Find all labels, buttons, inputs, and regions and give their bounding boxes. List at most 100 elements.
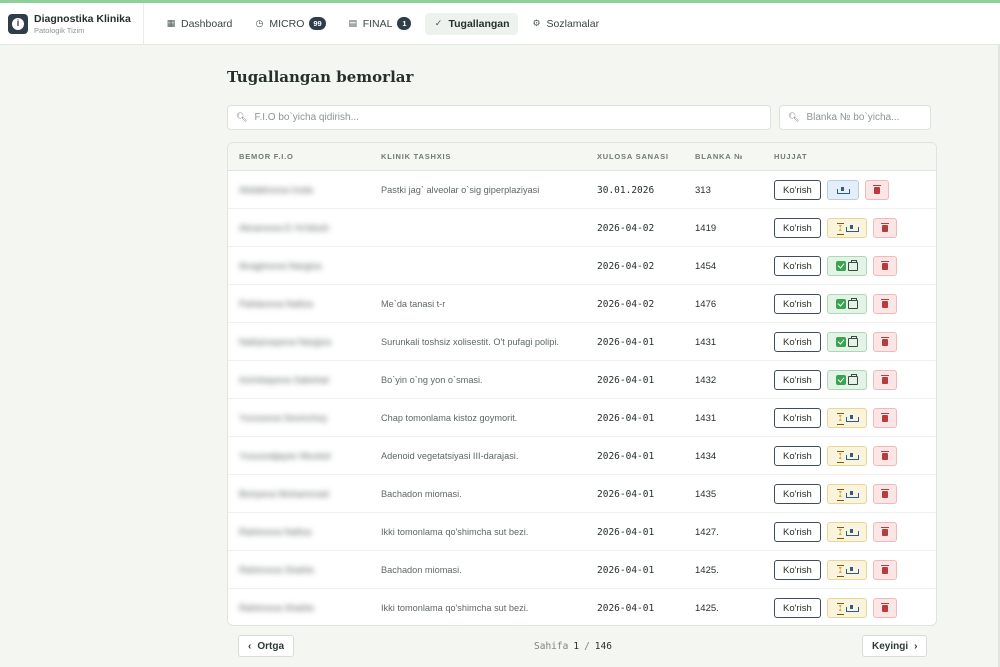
- tray-upload-icon: [845, 528, 859, 536]
- diagnosis-cell: Bachadon miomasi.: [381, 489, 462, 499]
- delete-button[interactable]: [872, 522, 897, 542]
- prev-label: Ortga: [257, 640, 285, 652]
- view-button[interactable]: Ko'rish: [774, 484, 821, 504]
- pending-status-button[interactable]: [826, 218, 867, 238]
- trash-icon: [880, 488, 889, 498]
- checkbox-checked-icon: [835, 299, 846, 309]
- delete-button[interactable]: [872, 560, 897, 580]
- view-button[interactable]: Ko'rish: [774, 560, 821, 580]
- table-row: Ibragimova Nargiza 2026-04-02 1454 Ko'rish: [228, 247, 936, 285]
- brand[interactable]: i Diagnostika Klinika Patologik Tizim: [0, 3, 144, 44]
- document-actions: Ko'rish: [774, 247, 897, 285]
- fio-search-input[interactable]: [254, 112, 770, 123]
- hourglass-icon: [836, 489, 844, 501]
- done-status-button[interactable]: [826, 256, 867, 276]
- diagnosis-cell: Chap tomonlama kistoz goymorit.: [381, 413, 518, 423]
- table-row: Pahlavova Nafiza Me`da tanasi t-r 2026-04-…: [228, 285, 936, 323]
- table-row: Nabiyivayeva Nargiza Surunkali toshsiz xo…: [228, 323, 936, 361]
- tray-upload-icon: [845, 566, 859, 574]
- nav-micro[interactable]: ◷ MICRO 99: [246, 13, 333, 35]
- done-status-button[interactable]: [826, 332, 867, 352]
- diagnosis-cell: Pastki jag` alveolar o`sig giperplaziyas…: [381, 185, 540, 195]
- view-button[interactable]: Ko'rish: [774, 408, 821, 428]
- hourglass-icon: [836, 565, 844, 577]
- view-button[interactable]: Ko'rish: [774, 218, 821, 238]
- delete-button[interactable]: [872, 294, 897, 314]
- hourglass-icon: [836, 603, 844, 615]
- prev-page-button[interactable]: ‹ Ortga: [238, 635, 295, 657]
- blank-number-cell: 1476: [695, 298, 717, 310]
- delete-button[interactable]: [872, 446, 897, 466]
- conclusion-date-cell: 2026-04-01: [597, 374, 655, 386]
- diagnosis-cell: Adenoid vegetatsiyasi III-darajasi.: [381, 451, 519, 461]
- pending-status-button[interactable]: [826, 560, 867, 580]
- grid-icon: ▦: [166, 18, 176, 28]
- view-button[interactable]: Ko'rish: [774, 370, 821, 390]
- blank-number-cell: 1454: [695, 260, 717, 272]
- delete-button[interactable]: [872, 256, 897, 276]
- tray-upload-icon: [845, 452, 859, 460]
- checkbox-checked-icon: [835, 337, 846, 347]
- pending-status-button[interactable]: [826, 446, 867, 466]
- conclusion-date-cell: 2026-04-01: [597, 602, 655, 614]
- nav-sozlamalar[interactable]: ⚙ Sozlamalar: [524, 13, 608, 35]
- delete-button[interactable]: [864, 180, 889, 200]
- patient-name-cell: Yunusova Sevinchoy: [239, 399, 369, 437]
- delete-button[interactable]: [872, 332, 897, 352]
- blank-search-input[interactable]: [806, 112, 930, 123]
- document-actions: Ko'rish: [774, 323, 897, 361]
- checkbox-checked-icon: [835, 261, 846, 271]
- patient-name-cell: Ibragimova Nargiza: [239, 247, 369, 285]
- patients-table: BEMOR F.I.O KLINIK TASHXIS XULOSA SANASI…: [227, 142, 937, 626]
- next-label: Keyingi: [872, 640, 909, 652]
- view-button[interactable]: Ko'rish: [774, 446, 821, 466]
- delete-button[interactable]: [872, 370, 897, 390]
- patient-name-cell: Akramova D.Yo'ldosh: [239, 209, 369, 247]
- document-actions: Ko'rish: [774, 285, 897, 323]
- nav-tugallangan[interactable]: ✓ Tugallangan: [425, 12, 518, 35]
- conclusion-date-cell: 2026-04-01: [597, 336, 655, 348]
- view-button[interactable]: Ko'rish: [774, 294, 821, 314]
- delete-button[interactable]: [872, 218, 897, 238]
- document-actions: Ko'rish: [774, 437, 897, 475]
- chevron-left-icon: ‹: [248, 640, 252, 652]
- pending-status-button[interactable]: [826, 484, 867, 504]
- pending-status-button[interactable]: [826, 598, 867, 618]
- page-title: Tugallangan bemorlar: [227, 68, 414, 86]
- hourglass-icon: [836, 413, 844, 425]
- header-document: HUJJAT: [774, 152, 808, 161]
- diagnosis-cell: Ikki tomonlama qo'shimcha sut bezi.: [381, 603, 529, 613]
- table-row: Akramova D.Yo'ldosh 2026-04-02 1419 Ko'rish: [228, 209, 936, 247]
- patient-name: Rahimova Shahlo: [239, 564, 314, 576]
- briefcase-icon: [847, 335, 858, 347]
- nav-dashboard[interactable]: ▦ Dashboard: [158, 13, 240, 35]
- patient-name: Abdalimova Iroda: [239, 184, 313, 196]
- pending-status-button[interactable]: [826, 408, 867, 428]
- view-button[interactable]: Ko'rish: [774, 332, 821, 352]
- delete-button[interactable]: [872, 598, 897, 618]
- pending-status-button[interactable]: [826, 522, 867, 542]
- page-indicator: Sahifa 1 / 146: [534, 641, 612, 652]
- tray-upload-icon: [845, 224, 859, 232]
- briefcase-icon: [847, 259, 858, 271]
- view-button[interactable]: Ko'rish: [774, 256, 821, 276]
- delete-button[interactable]: [872, 408, 897, 428]
- nav-final[interactable]: ▤ FINAL 1: [340, 13, 420, 35]
- table-row: Yusuxodjayev Muxtoir Adenoid vegetatsiyas…: [228, 437, 936, 475]
- sent-status-button[interactable]: [826, 180, 859, 200]
- tray-upload-icon: [845, 490, 859, 498]
- patient-name-cell: Abdalimova Iroda: [239, 171, 369, 209]
- nav-label: Sozlamalar: [546, 17, 600, 30]
- diagnosis-cell: Ikki tomonlama qo'shimcha sut bezi.: [381, 527, 529, 537]
- view-button[interactable]: Ko'rish: [774, 180, 821, 200]
- delete-button[interactable]: [872, 484, 897, 504]
- done-status-button[interactable]: [826, 294, 867, 314]
- next-page-button[interactable]: Keyingi ›: [862, 635, 928, 657]
- conclusion-date-cell: 30.01.2026: [597, 184, 655, 196]
- tray-upload-icon: [837, 186, 851, 194]
- view-button[interactable]: Ko'rish: [774, 522, 821, 542]
- diagnosis-cell: Me`da tanasi t-r: [381, 299, 446, 309]
- header-patient-name: BEMOR F.I.O: [239, 152, 294, 161]
- done-status-button[interactable]: [826, 370, 867, 390]
- view-button[interactable]: Ko'rish: [774, 598, 821, 618]
